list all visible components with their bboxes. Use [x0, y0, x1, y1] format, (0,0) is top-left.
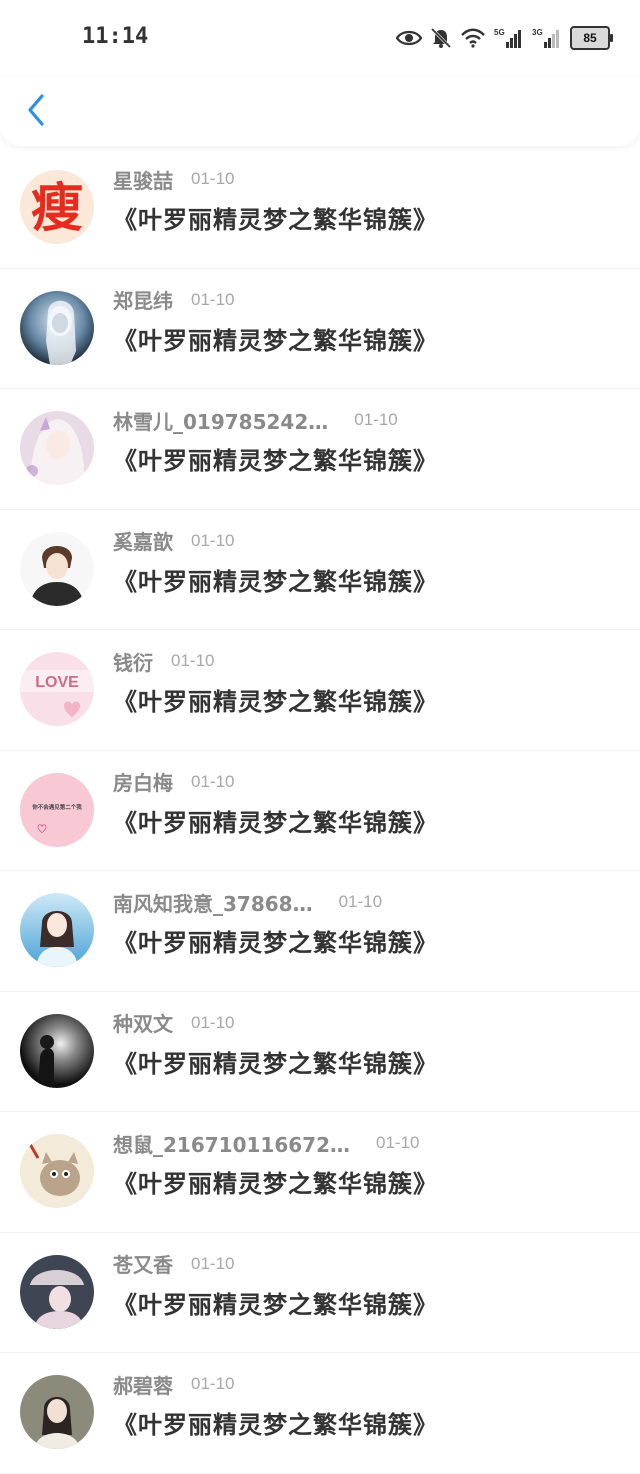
user-name[interactable]: 苍又香	[113, 1249, 173, 1278]
list-item[interactable]: 南风知我意_37868… 01-10 《叶罗丽精灵梦之繁华锦簇》	[0, 871, 640, 992]
network-3g-label: 3G	[532, 28, 543, 37]
name-row: 房白梅 01-10	[113, 769, 234, 795]
bell-muted-icon	[430, 27, 452, 49]
list-item[interactable]: 苍又香 01-10 《叶罗丽精灵梦之繁华锦簇》	[0, 1233, 640, 1353]
name-row: 郑昆纬 01-10	[113, 287, 234, 313]
user-name[interactable]: 林雪儿_019785242…	[113, 406, 328, 435]
user-name[interactable]: 郝碧蓉	[113, 1370, 173, 1399]
list-item[interactable]: 郑昆纬 01-10 《叶罗丽精灵梦之繁华锦簇》	[0, 269, 640, 389]
list-item[interactable]: 奚嘉歆 01-10 《叶罗丽精灵梦之繁华锦簇》	[0, 510, 640, 630]
list-item[interactable]: 瘦 星骏喆 01-10 《叶罗丽精灵梦之繁华锦簇》	[0, 148, 640, 269]
name-row: 钱衍 01-10	[113, 647, 215, 676]
back-button[interactable]	[18, 92, 54, 132]
list-item[interactable]: 想鼠_216710116672… 01-10 《叶罗丽精灵梦之繁华锦簇》	[0, 1112, 640, 1233]
message-text: 《叶罗丽精灵梦之繁华锦簇》	[113, 206, 438, 234]
status-bar: 11:14 5G 3G 85	[0, 0, 640, 78]
user-name[interactable]: 郑昆纬	[113, 285, 173, 314]
list-item[interactable]: LOVE 钱衍 01-10 《叶罗丽精灵梦之繁华锦簇》	[0, 630, 640, 751]
message-date: 01-10	[354, 410, 398, 429]
avatar[interactable]: 瘦	[20, 170, 94, 244]
list-item[interactable]: 郝碧蓉 01-10 《叶罗丽精灵梦之繁华锦簇》	[0, 1353, 640, 1474]
user-name[interactable]: 想鼠_216710116672…	[113, 1129, 350, 1158]
signal-3g-icon: 3G	[532, 27, 562, 49]
message-text: 《叶罗丽精灵梦之繁华锦簇》	[113, 688, 438, 716]
wifi-icon	[460, 28, 486, 48]
user-name[interactable]: 房白梅	[113, 767, 173, 796]
user-name[interactable]: 钱衍	[113, 647, 153, 676]
message-date: 01-10	[171, 651, 215, 670]
name-row: 星骏喆 01-10	[113, 165, 235, 194]
message-date: 01-10	[191, 289, 235, 309]
list-item[interactable]: 种双文 01-10 《叶罗丽精灵梦之繁华锦簇》	[0, 992, 640, 1112]
message-date: 01-10	[191, 771, 235, 791]
avatar[interactable]	[20, 1013, 94, 1088]
avatar[interactable]	[20, 893, 94, 967]
network-5g-label: 5G	[494, 28, 505, 37]
avatar[interactable]: 你不会遇见第二个我	[20, 772, 94, 847]
message-text: 《叶罗丽精灵梦之繁华锦簇》	[113, 1290, 438, 1319]
name-row: 奚嘉歆 01-10	[113, 528, 234, 554]
message-date: 01-10	[376, 1133, 420, 1152]
message-text: 《叶罗丽精灵梦之繁华锦簇》	[113, 808, 438, 837]
avatar[interactable]	[20, 531, 94, 606]
message-text: 《叶罗丽精灵梦之繁华锦簇》	[113, 1049, 438, 1078]
message-date: 01-10	[191, 530, 235, 550]
avatar[interactable]	[20, 1254, 94, 1329]
list-item[interactable]: 你不会遇见第二个我 房白梅 01-10 《叶罗丽精灵梦之繁华锦簇》	[0, 751, 640, 871]
battery-icon: 85	[570, 26, 613, 50]
message-text: 《叶罗丽精灵梦之繁华锦簇》	[113, 929, 438, 957]
message-text: 《叶罗丽精灵梦之繁华锦簇》	[113, 567, 438, 596]
name-row: 种双文 01-10	[113, 1010, 234, 1036]
message-text: 《叶罗丽精灵梦之繁华锦簇》	[113, 1170, 438, 1198]
message-list: 瘦 星骏喆 01-10 《叶罗丽精灵梦之繁华锦簇》 郑昆纬 01-10 《叶罗丽…	[0, 148, 640, 1474]
message-date: 01-10	[191, 169, 235, 188]
avatar[interactable]: LOVE	[20, 652, 94, 726]
user-name[interactable]: 南风知我意_37868…	[113, 888, 313, 917]
user-name[interactable]: 种双文	[113, 1008, 173, 1037]
battery-level: 85	[583, 31, 597, 45]
list-item[interactable]: 林雪儿_019785242… 01-10 《叶罗丽精灵梦之繁华锦簇》	[0, 389, 640, 510]
message-text: 《叶罗丽精灵梦之繁华锦簇》	[113, 326, 438, 355]
name-row: 郝碧蓉 01-10	[113, 1370, 235, 1399]
name-row: 南风知我意_37868… 01-10	[113, 888, 383, 917]
message-date: 01-10	[191, 1253, 235, 1273]
avatar[interactable]	[20, 411, 94, 485]
chevron-left-icon	[25, 93, 47, 131]
message-date: 01-10	[338, 892, 383, 911]
eye-icon	[396, 29, 422, 47]
top-bar	[0, 78, 640, 146]
message-date: 01-10	[191, 1012, 235, 1032]
status-time: 11:14	[82, 24, 149, 49]
avatar-text: 你不会遇见第二个我	[31, 803, 82, 811]
message-date: 01-10	[191, 1374, 235, 1393]
signal-5g-icon: 5G	[494, 27, 524, 49]
name-row: 苍又香 01-10	[113, 1251, 234, 1277]
avatar-text: 瘦	[31, 179, 83, 239]
name-row: 林雪儿_019785242… 01-10	[113, 406, 398, 435]
name-row: 想鼠_216710116672… 01-10	[113, 1129, 420, 1158]
user-name[interactable]: 星骏喆	[113, 165, 173, 194]
avatar[interactable]	[20, 290, 94, 365]
status-icons: 5G 3G 85	[396, 24, 613, 52]
avatar-text: LOVE	[35, 674, 79, 691]
user-name[interactable]: 奚嘉歆	[113, 526, 173, 555]
message-text: 《叶罗丽精灵梦之繁华锦簇》	[113, 447, 438, 475]
avatar[interactable]	[20, 1134, 94, 1208]
avatar[interactable]	[20, 1375, 94, 1449]
